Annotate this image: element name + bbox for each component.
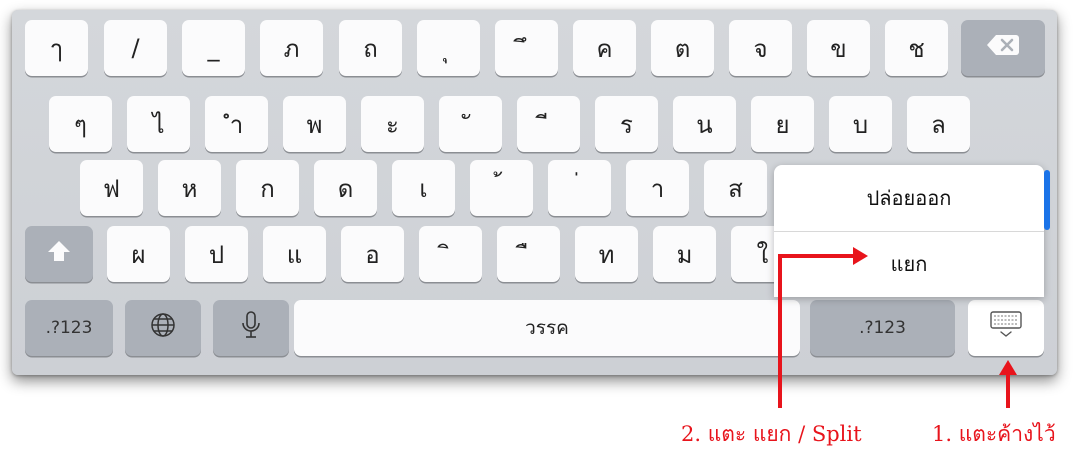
annotation-step-2: 2. แตะ แยก / Split (681, 422, 862, 446)
split-arrow (778, 247, 868, 408)
annotation-step-1: 1. แตะค้างไว้ (932, 422, 1056, 446)
hold-arrow (999, 360, 1017, 408)
annotation-arrows (778, 247, 1017, 408)
